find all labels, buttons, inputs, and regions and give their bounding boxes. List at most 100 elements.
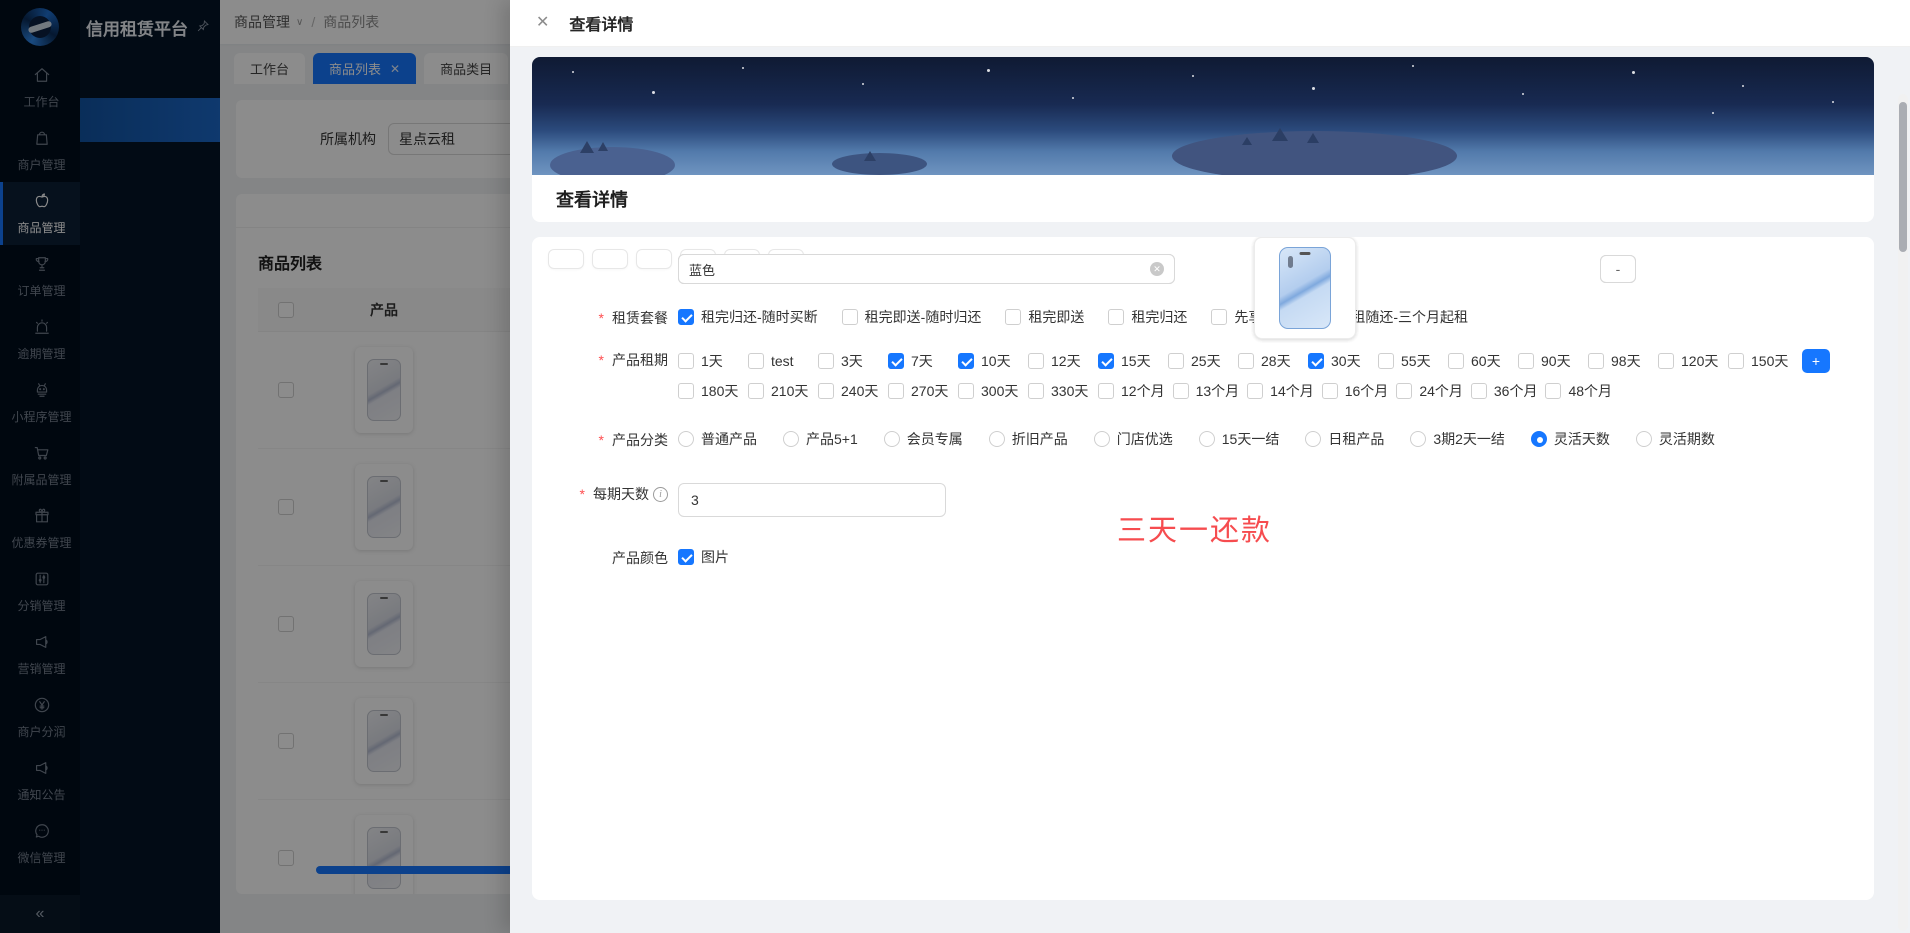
checkbox[interactable] [1028, 353, 1044, 369]
term-checkbox[interactable]: 16个月 [1321, 381, 1388, 401]
checkbox[interactable] [1321, 383, 1338, 399]
term-checkbox[interactable]: 300天 [958, 381, 1020, 401]
checkbox[interactable] [818, 353, 834, 369]
category-radio[interactable]: 产品5+1 [783, 429, 858, 449]
term-checkbox[interactable]: 180天 [678, 381, 740, 401]
checkbox[interactable] [1098, 383, 1114, 399]
term-checkbox[interactable]: 12个月 [1098, 381, 1165, 401]
drawer-header: ✕ 查看详情 [510, 0, 1910, 47]
checkbox[interactable] [888, 353, 904, 369]
drawer-scrollbar-track[interactable] [1898, 94, 1908, 931]
term-checkbox[interactable]: 240天 [818, 381, 880, 401]
category-radio[interactable]: 3期2天一结 [1410, 429, 1505, 449]
term-checkbox[interactable]: 24个月 [1396, 381, 1463, 401]
category-radio[interactable]: 灵活天数 [1530, 429, 1610, 449]
checkbox[interactable] [1545, 383, 1562, 399]
term-checkbox[interactable]: 3天 [818, 351, 880, 371]
radio[interactable] [1410, 431, 1427, 447]
checkbox[interactable] [748, 383, 764, 399]
checkbox[interactable] [958, 353, 974, 369]
clear-icon[interactable]: ✕ [1150, 262, 1164, 276]
term-checkbox[interactable]: 48个月 [1545, 381, 1612, 401]
radio[interactable] [883, 431, 900, 447]
radio[interactable] [1093, 431, 1110, 447]
radio[interactable] [1305, 431, 1322, 447]
checkbox[interactable] [1098, 353, 1114, 369]
category-radio[interactable]: 折旧产品 [988, 429, 1068, 449]
checkbox[interactable] [1172, 383, 1189, 399]
term-checkbox[interactable]: 10天 [958, 351, 1020, 371]
category-label: 产品分类 [548, 429, 668, 450]
days-input[interactable]: 3 [678, 483, 946, 517]
add-term-button[interactable]: + [1802, 349, 1830, 373]
term-checkbox[interactable]: 14个月 [1247, 381, 1314, 401]
category-radio[interactable]: 会员专属 [883, 429, 963, 449]
term-checkbox[interactable]: 55天 [1378, 351, 1440, 371]
checkbox[interactable] [1470, 383, 1487, 399]
category-radio[interactable]: 灵活期数 [1635, 429, 1715, 449]
term-checkbox[interactable]: 210天 [748, 381, 810, 401]
checkbox[interactable] [1588, 353, 1604, 369]
checkbox[interactable] [1028, 383, 1044, 399]
island-shape [550, 147, 675, 175]
term-checkbox[interactable]: 13个月 [1172, 381, 1239, 401]
radio[interactable] [678, 431, 694, 447]
category-radio[interactable]: 门店优选 [1093, 429, 1173, 449]
checkbox[interactable] [818, 383, 834, 399]
checkbox[interactable] [1728, 353, 1744, 369]
term-checkbox[interactable]: 28天 [1238, 351, 1300, 371]
checkbox[interactable] [1247, 383, 1264, 399]
color-image-card[interactable] [1254, 237, 1356, 339]
term-options-line2: 180天 210天 240天 270天 300天 330天 12个月 13个月 … [678, 381, 1830, 401]
checkbox[interactable] [1518, 353, 1534, 369]
term-checkbox[interactable]: 36个月 [1470, 381, 1537, 401]
term-checkbox[interactable]: 1天 [678, 351, 740, 371]
checkbox[interactable] [678, 549, 694, 565]
checkbox[interactable] [958, 383, 974, 399]
detail-tab[interactable] [592, 249, 628, 269]
checkbox[interactable] [1396, 383, 1413, 399]
checkbox[interactable] [678, 383, 694, 399]
term-checkbox[interactable]: 7天 [888, 351, 950, 371]
detail-tab[interactable] [548, 249, 584, 269]
term-checkbox[interactable]: 12天 [1028, 351, 1090, 371]
term-checkbox[interactable]: 25天 [1168, 351, 1230, 371]
checkbox[interactable] [748, 353, 764, 369]
checkbox[interactable] [678, 353, 694, 369]
color-name-input[interactable]: 蓝色 ✕ [678, 254, 1175, 284]
term-checkbox[interactable]: 98天 [1588, 351, 1650, 371]
close-icon[interactable]: ✕ [536, 15, 549, 31]
checkbox[interactable] [1308, 353, 1324, 369]
checkbox[interactable] [1658, 353, 1674, 369]
radio[interactable] [1530, 431, 1547, 447]
sales-info-panel: 租赁套餐 租完归还-随时买断 租完即送-随时归还 租完即送 [532, 237, 1874, 900]
category-options: 普通产品 产品5+1 会员专属 折旧产品 门店优选 15天一结 日租产品 3期2… [678, 429, 1715, 449]
term-checkbox[interactable]: 60天 [1448, 351, 1510, 371]
category-radio[interactable]: 普通产品 [678, 429, 757, 449]
banner-image [532, 57, 1874, 175]
radio[interactable] [988, 431, 1005, 447]
radio[interactable] [1198, 431, 1215, 447]
radio[interactable] [783, 431, 799, 447]
term-checkbox[interactable]: 90天 [1518, 351, 1580, 371]
color-row-action-button[interactable]: - [1600, 255, 1636, 283]
checkbox[interactable] [1238, 353, 1254, 369]
term-checkbox[interactable]: 330天 [1028, 381, 1090, 401]
term-checkbox[interactable]: 150天 [1728, 351, 1790, 371]
checkbox[interactable] [1378, 353, 1394, 369]
category-radio[interactable]: 15天一结 [1198, 429, 1279, 449]
term-checkbox[interactable]: 30天 [1308, 351, 1370, 371]
term-checkbox[interactable]: 270天 [888, 381, 950, 401]
info-icon[interactable]: i [653, 486, 668, 502]
checkbox[interactable] [1168, 353, 1184, 369]
category-radio[interactable]: 日租产品 [1305, 429, 1384, 449]
term-checkbox[interactable]: 120天 [1658, 351, 1720, 371]
drawer-scrollbar-thumb[interactable] [1899, 102, 1907, 252]
term-checkbox[interactable]: test [748, 353, 810, 369]
checkbox[interactable] [888, 383, 904, 399]
term-checkbox[interactable]: 15天 [1098, 351, 1160, 371]
color-image-checkbox[interactable]: 图片 [678, 547, 729, 567]
checkbox[interactable] [1448, 353, 1464, 369]
radio[interactable] [1635, 431, 1652, 447]
detail-tab[interactable] [636, 249, 672, 269]
